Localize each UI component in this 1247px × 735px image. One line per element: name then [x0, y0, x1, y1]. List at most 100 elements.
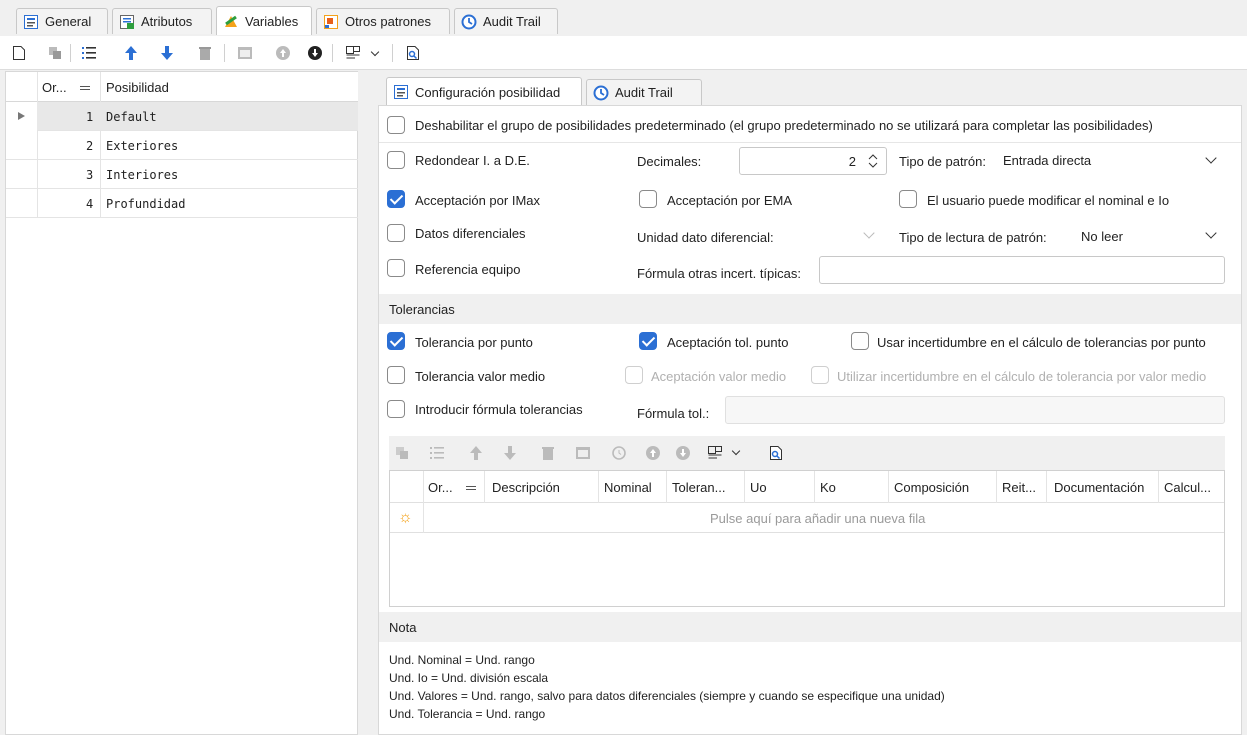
layout-icon[interactable]	[707, 445, 723, 461]
arrow-down-circle-icon	[676, 446, 690, 460]
table-row[interactable]: 2 Exteriores	[6, 131, 358, 160]
tab-audit-trail[interactable]: Audit Trail	[454, 8, 558, 34]
column-header-order[interactable]: Or...	[42, 80, 67, 95]
new-document-icon[interactable]	[10, 44, 28, 62]
table-row-selected[interactable]: 1 Default	[6, 102, 358, 131]
row-name: Exteriores	[106, 139, 179, 153]
arrow-up-circle-icon[interactable]	[274, 44, 292, 62]
column-header-uo[interactable]: Uo	[750, 480, 767, 495]
sort-icon[interactable]	[466, 486, 476, 487]
delete-icon[interactable]	[196, 44, 214, 62]
preview-icon[interactable]	[404, 44, 422, 62]
config-panel: Deshabilitar el grupo de posibilidades p…	[378, 105, 1242, 735]
toolbar-separator	[224, 44, 225, 62]
tol-mean-label: Tolerancia valor medio	[415, 369, 546, 384]
tab-configuracion[interactable]: Configuración posibilidad	[386, 77, 582, 106]
diff-data-checkbox[interactable]	[387, 224, 405, 242]
chevron-down-icon[interactable]	[731, 446, 741, 456]
column-header-order[interactable]: Or...	[428, 480, 453, 495]
copy-icon[interactable]	[46, 44, 64, 62]
accept-tol-point-label: Aceptación tol. punto	[667, 335, 789, 350]
preview-icon[interactable]	[769, 445, 783, 461]
tab-label: Configuración posibilidad	[415, 84, 561, 100]
column-header-reiteration[interactable]: Reit...	[1002, 480, 1036, 495]
accept-ema-label: Acceptación por EMA	[667, 193, 793, 208]
table-row[interactable]: 4 Profundidad	[6, 189, 358, 218]
attributes-icon	[119, 14, 135, 30]
move-down-icon	[504, 446, 516, 460]
column-header-tolerance[interactable]: Toleran...	[672, 480, 725, 495]
table-row[interactable]: 3 Interiores	[6, 160, 358, 189]
chevron-down-icon	[863, 227, 875, 239]
user-modify-checkbox[interactable]	[899, 190, 917, 208]
row-order: 4	[86, 197, 94, 211]
disable-default-checkbox[interactable]	[387, 116, 405, 134]
copy-icon	[396, 447, 408, 459]
diff-data-label: Datos diferenciales	[415, 226, 526, 241]
note-line: Und. Tolerancia = Und. rango	[389, 707, 546, 721]
tab-label: Variables	[245, 13, 299, 29]
chevron-down-icon[interactable]	[1205, 227, 1217, 239]
delete-icon	[542, 447, 554, 460]
tab-label: Atributos	[141, 14, 193, 29]
tolerance-toolbar	[389, 436, 1225, 470]
toolbar-separator	[70, 44, 71, 62]
arrow-down-circle-icon[interactable]	[306, 44, 324, 62]
tolerance-grid: Or... Descripción Nominal Toleran... Uo …	[389, 470, 1225, 607]
column-header-possibility[interactable]: Posibilidad	[106, 80, 169, 95]
note-line: Und. Nominal = Und. rango	[389, 653, 535, 667]
accept-tol-point-checkbox[interactable]	[639, 332, 657, 350]
chevron-down-icon[interactable]	[1205, 152, 1217, 164]
row-indicator-icon	[18, 112, 25, 120]
read-type-select[interactable]: No leer	[1075, 221, 1225, 249]
tol-point-checkbox[interactable]	[387, 332, 405, 350]
column-header-ko[interactable]: Ko	[820, 480, 836, 495]
round-checkbox[interactable]	[387, 151, 405, 169]
pattern-type-label: Tipo de patrón:	[899, 154, 986, 169]
column-header-nominal[interactable]: Nominal	[604, 480, 652, 495]
pattern-type-select[interactable]: Entrada directa	[997, 147, 1225, 175]
column-header-description[interactable]: Descripción	[492, 480, 560, 495]
chevron-down-icon[interactable]	[366, 44, 384, 62]
tab-otros-patrones[interactable]: Otros patrones	[316, 8, 450, 34]
window-icon[interactable]	[236, 44, 254, 62]
reorder-list-icon	[430, 447, 444, 459]
use-uncert-point-checkbox[interactable]	[851, 332, 869, 350]
spinner-icon[interactable]	[868, 154, 878, 168]
tab-general[interactable]: General	[16, 8, 108, 34]
decimals-spinner[interactable]: 2	[739, 147, 887, 175]
formula-other-label: Fórmula otras incert. típicas:	[637, 266, 801, 281]
tab-variables[interactable]: Variables	[216, 6, 312, 35]
new-row-hint[interactable]: Pulse aquí para añadir una nueva fila	[710, 511, 925, 526]
ref-equipment-checkbox[interactable]	[387, 259, 405, 277]
history-icon	[593, 85, 609, 101]
tab-label: Audit Trail	[483, 14, 541, 29]
formula-other-input[interactable]	[819, 256, 1225, 284]
row-name: Profundidad	[106, 197, 186, 211]
tol-mean-checkbox[interactable]	[387, 366, 405, 384]
column-header-calculation[interactable]: Calcul...	[1164, 480, 1211, 495]
round-label: Redondear I. a D.E.	[415, 153, 530, 168]
column-header-documentation[interactable]: Documentación	[1054, 480, 1144, 495]
formula-tol-input	[725, 396, 1225, 424]
accept-ema-checkbox[interactable]	[639, 190, 657, 208]
tab-atributos[interactable]: Atributos	[112, 8, 212, 34]
column-header-composition[interactable]: Composición	[894, 480, 969, 495]
move-up-icon[interactable]	[122, 44, 140, 62]
enter-formula-checkbox[interactable]	[387, 400, 405, 418]
new-row[interactable]: ☼ Pulse aquí para añadir una nueva fila	[390, 503, 1224, 533]
patterns-icon	[323, 14, 339, 30]
disable-default-label: Deshabilitar el grupo de posibilidades p…	[415, 118, 1153, 133]
sort-icon[interactable]	[80, 86, 90, 87]
pattern-type-value: Entrada directa	[1003, 153, 1092, 168]
move-down-icon[interactable]	[158, 44, 176, 62]
use-uncert-mean-label: Utilizar incertidumbre en el cálculo de …	[837, 369, 1207, 384]
column-divider	[37, 72, 38, 102]
accept-imax-checkbox[interactable]	[387, 190, 405, 208]
tab-audit-trail-inner[interactable]: Audit Trail	[586, 79, 702, 105]
app-window: General Atributos Variables Otros patron…	[0, 0, 1247, 735]
row-name: Interiores	[106, 168, 179, 182]
reorder-list-icon[interactable]	[80, 44, 98, 62]
section-note: Nota	[379, 612, 1241, 642]
layout-icon[interactable]	[344, 44, 362, 62]
